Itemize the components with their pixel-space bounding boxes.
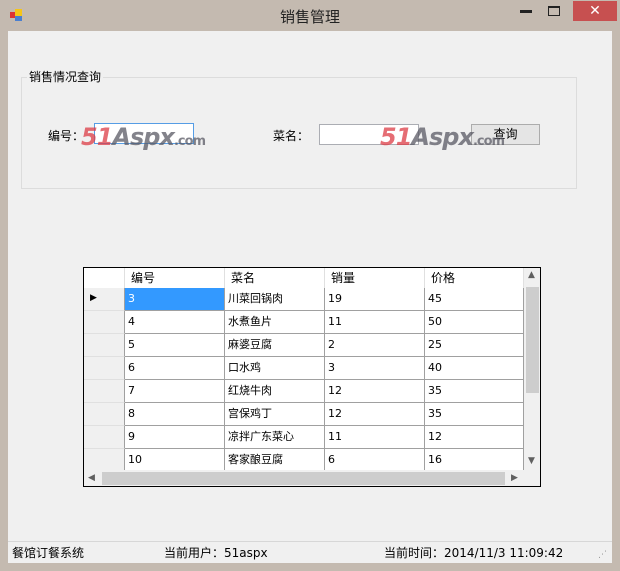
row-header[interactable]: [84, 449, 125, 472]
groupbox-title: 销售情况查询: [27, 68, 104, 85]
grid-corner-header[interactable]: [84, 268, 125, 288]
cell-price[interactable]: 50: [425, 311, 524, 334]
scroll-up-icon[interactable]: ▲: [528, 270, 535, 280]
row-header[interactable]: [84, 426, 125, 449]
status-current-user: 当前用户：51aspx: [164, 546, 268, 560]
name-label: 菜名：: [273, 129, 310, 143]
cell-id[interactable]: 7: [125, 380, 225, 403]
id-label: 编号：: [48, 129, 85, 143]
row-header[interactable]: [84, 357, 125, 380]
cell-price[interactable]: 12: [425, 426, 524, 449]
status-bar: 餐馆订餐系统 当前用户：51aspx 当前时间：2014/11/3 11:09:…: [8, 541, 612, 563]
row-header[interactable]: [84, 403, 125, 426]
cell-id[interactable]: 6: [125, 357, 225, 380]
vertical-scroll-thumb[interactable]: [526, 287, 539, 393]
minimize-button[interactable]: [520, 10, 532, 13]
search-button[interactable]: 查询: [471, 124, 540, 145]
row-header[interactable]: [84, 334, 125, 357]
cell-id[interactable]: 4: [125, 311, 225, 334]
maximize-button[interactable]: [548, 6, 560, 16]
cell-price[interactable]: 35: [425, 403, 524, 426]
cell-sales[interactable]: 6: [325, 449, 425, 472]
cell-sales[interactable]: 2: [325, 334, 425, 357]
cell-price[interactable]: 16: [425, 449, 524, 472]
current-row-indicator-icon: ▶: [90, 293, 97, 303]
cell-id[interactable]: 3: [125, 288, 225, 311]
scroll-down-icon[interactable]: ▼: [528, 456, 535, 466]
status-app-name: 餐馆订餐系统: [12, 546, 85, 560]
row-header[interactable]: [84, 311, 125, 334]
cell-id[interactable]: 5: [125, 334, 225, 357]
cell-price[interactable]: 25: [425, 334, 524, 357]
name-input[interactable]: [319, 124, 419, 145]
cell-name[interactable]: 麻婆豆腐: [225, 334, 325, 357]
horizontal-scroll-thumb[interactable]: [102, 472, 505, 485]
id-input[interactable]: [94, 123, 194, 144]
column-header-price[interactable]: 价格: [425, 268, 524, 288]
close-button[interactable]: ✕: [573, 1, 617, 21]
cell-name[interactable]: 水煮鱼片: [225, 311, 325, 334]
cell-id[interactable]: 9: [125, 426, 225, 449]
cell-id[interactable]: 10: [125, 449, 225, 472]
scroll-right-icon[interactable]: ▶: [511, 473, 518, 483]
cell-price[interactable]: 45: [425, 288, 524, 311]
cell-price[interactable]: 40: [425, 357, 524, 380]
resize-grip-icon[interactable]: ⋰: [598, 544, 607, 566]
cell-name[interactable]: 川菜回锅肉: [225, 288, 325, 311]
cell-name[interactable]: 口水鸡: [225, 357, 325, 380]
cell-sales[interactable]: 12: [325, 380, 425, 403]
cell-name[interactable]: 客家酿豆腐: [225, 449, 325, 472]
cell-sales[interactable]: 19: [325, 288, 425, 311]
column-header-name[interactable]: 菜名: [225, 268, 325, 288]
status-current-time: 当前时间：2014/11/3 11:09:42: [384, 546, 564, 560]
column-header-id[interactable]: 编号: [125, 268, 225, 288]
row-header[interactable]: [84, 380, 125, 403]
cell-sales[interactable]: 3: [325, 357, 425, 380]
vertical-scrollbar[interactable]: ▲ ▼: [524, 268, 540, 470]
cell-name[interactable]: 凉拌广东菜心: [225, 426, 325, 449]
cell-id[interactable]: 8: [125, 403, 225, 426]
scroll-left-icon[interactable]: ◀: [88, 473, 95, 483]
cell-name[interactable]: 红烧牛肉: [225, 380, 325, 403]
column-header-sales[interactable]: 销量: [325, 268, 425, 288]
row-header[interactable]: ▶: [84, 288, 125, 311]
horizontal-scrollbar[interactable]: ◀ ▶: [84, 470, 524, 486]
scrollbar-corner: [524, 470, 540, 486]
cell-name[interactable]: 宫保鸡丁: [225, 403, 325, 426]
cell-price[interactable]: 35: [425, 380, 524, 403]
cell-sales[interactable]: 11: [325, 426, 425, 449]
cell-sales[interactable]: 12: [325, 403, 425, 426]
cell-sales[interactable]: 11: [325, 311, 425, 334]
title-bar: 销售管理 ✕: [0, 0, 620, 30]
sales-datagrid[interactable]: 编号 菜名 销量 价格 ▶ 3 川菜回锅肉 19 45 4 水煮鱼片 11 50 5 麻婆豆腐 2 25…: [83, 267, 541, 487]
